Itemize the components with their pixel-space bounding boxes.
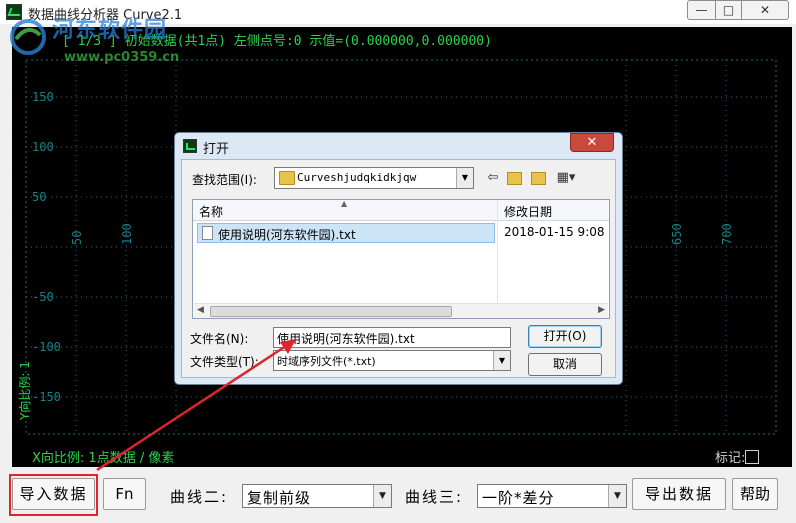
annotation-arrow [96, 339, 296, 472]
main-window: 数据曲线分析器 Curve2.1 — □ ✕ [ 1/3 ] 初始数据(共1点)… [0, 0, 796, 523]
